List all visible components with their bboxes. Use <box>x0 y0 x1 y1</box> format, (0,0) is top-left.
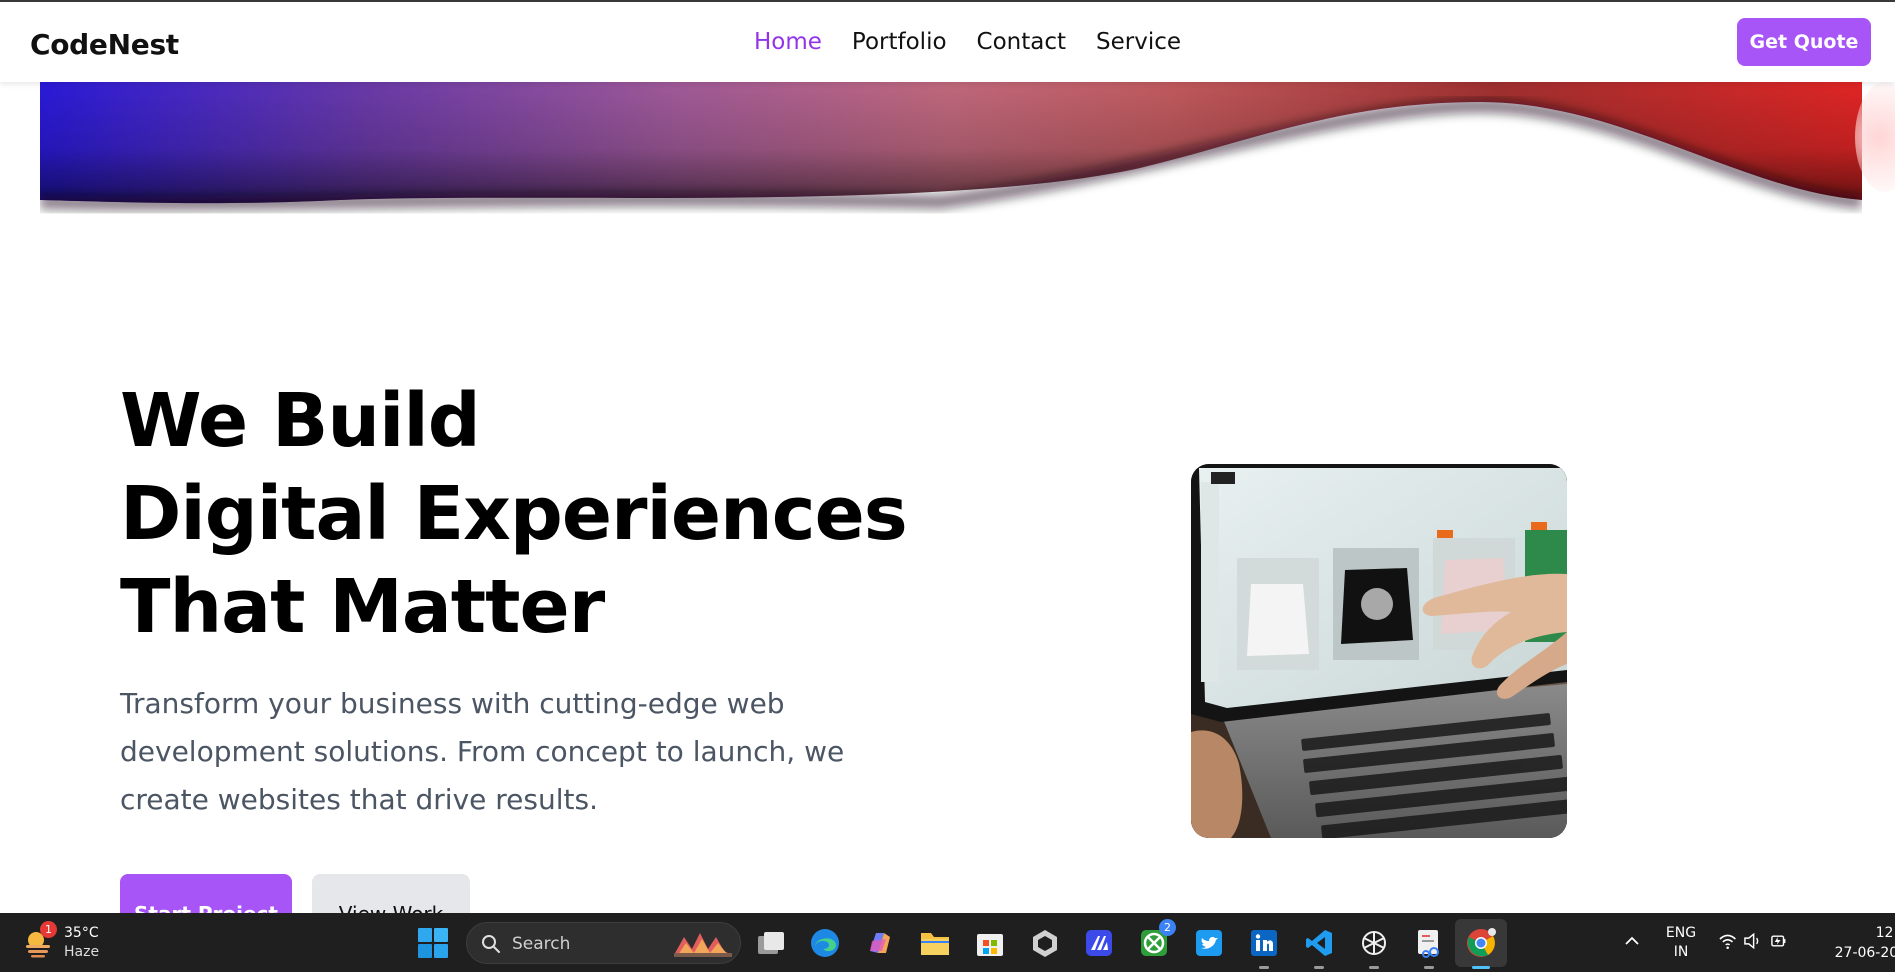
language-region: IN <box>1673 944 1689 960</box>
snipping-tool-icon[interactable] <box>1411 925 1447 969</box>
windows-taskbar: 1 35°C Haze Search 2 ENG IN 12 27-06-20 <box>0 913 1895 972</box>
nav-link-service[interactable]: Service <box>1096 29 1181 55</box>
file-explorer-icon[interactable] <box>917 925 953 961</box>
search-icon <box>482 935 500 953</box>
twitter-icon[interactable] <box>1191 925 1227 961</box>
taskbar-search-box[interactable]: Search <box>466 922 741 964</box>
xbox-notification-badge: 2 <box>1159 919 1176 936</box>
search-highlight-icon <box>674 933 732 957</box>
nav-links: Home Portfolio Contact Service <box>754 29 1181 55</box>
vscode-icon[interactable] <box>1301 925 1337 969</box>
windows-start-icon[interactable] <box>417 927 449 959</box>
microsoft-store-icon[interactable] <box>972 925 1008 961</box>
nav-link-contact[interactable]: Contact <box>977 29 1066 55</box>
system-tray[interactable] <box>1718 931 1788 953</box>
weather-alert-badge: 1 <box>40 921 57 938</box>
chevron-up-icon[interactable] <box>1622 931 1642 951</box>
volume-icon <box>1744 932 1759 950</box>
language-code: ENG <box>1665 925 1697 941</box>
system-clock[interactable]: 12:11 27-06-2025 <box>1816 923 1895 963</box>
task-view-icon[interactable] <box>753 925 789 961</box>
hero-title-line-3: That Matter <box>120 564 605 650</box>
hero-title: We Build Digital Experiences That Matter <box>120 375 1020 654</box>
running-indicator <box>1259 966 1269 969</box>
battery-charging-icon <box>1770 935 1786 947</box>
hero-title-line-2: Digital Experiences <box>120 471 908 557</box>
site-navbar: CodeNest Home Portfolio Contact Service … <box>0 2 1895 82</box>
wifi-icon <box>1719 934 1736 950</box>
hero-image <box>1191 464 1567 838</box>
hero-subtitle: Transform your business with cutting-edg… <box>120 687 845 816</box>
get-quote-button[interactable]: Get Quote <box>1737 18 1871 66</box>
xbox-icon[interactable]: 2 <box>1136 919 1176 961</box>
chrome-icon[interactable] <box>1463 925 1499 969</box>
brand-logo[interactable]: CodeNest <box>30 28 179 61</box>
linkedin-icon[interactable] <box>1246 925 1282 969</box>
running-indicator <box>1314 966 1324 969</box>
weather-temperature: 35°C <box>64 925 99 941</box>
running-indicator <box>1369 966 1379 969</box>
language-indicator[interactable]: ENG IN <box>1664 924 1698 962</box>
laptop-ecommerce-photo <box>1191 464 1567 838</box>
hero-wave-banner <box>40 82 1862 222</box>
search-placeholder: Search <box>512 934 571 954</box>
edge-icon[interactable] <box>807 925 843 961</box>
media-app-icon[interactable] <box>1081 925 1117 961</box>
wave-graphic <box>40 82 1862 211</box>
clock-time: 12:11 <box>1875 925 1895 941</box>
weather-description: Haze <box>64 944 100 960</box>
nav-link-portfolio[interactable]: Portfolio <box>852 29 947 55</box>
hero-title-line-1: We Build <box>120 378 481 464</box>
unity-icon[interactable] <box>1027 925 1063 961</box>
nav-link-home[interactable]: Home <box>754 29 822 55</box>
weather-widget[interactable]: 1 35°C Haze <box>22 921 112 963</box>
copilot-icon[interactable] <box>862 925 898 961</box>
running-indicator <box>1424 966 1434 969</box>
clock-date: 27-06-2025 <box>1834 945 1895 961</box>
chatgpt-icon[interactable] <box>1356 925 1392 969</box>
active-app-indicator <box>1472 966 1490 969</box>
